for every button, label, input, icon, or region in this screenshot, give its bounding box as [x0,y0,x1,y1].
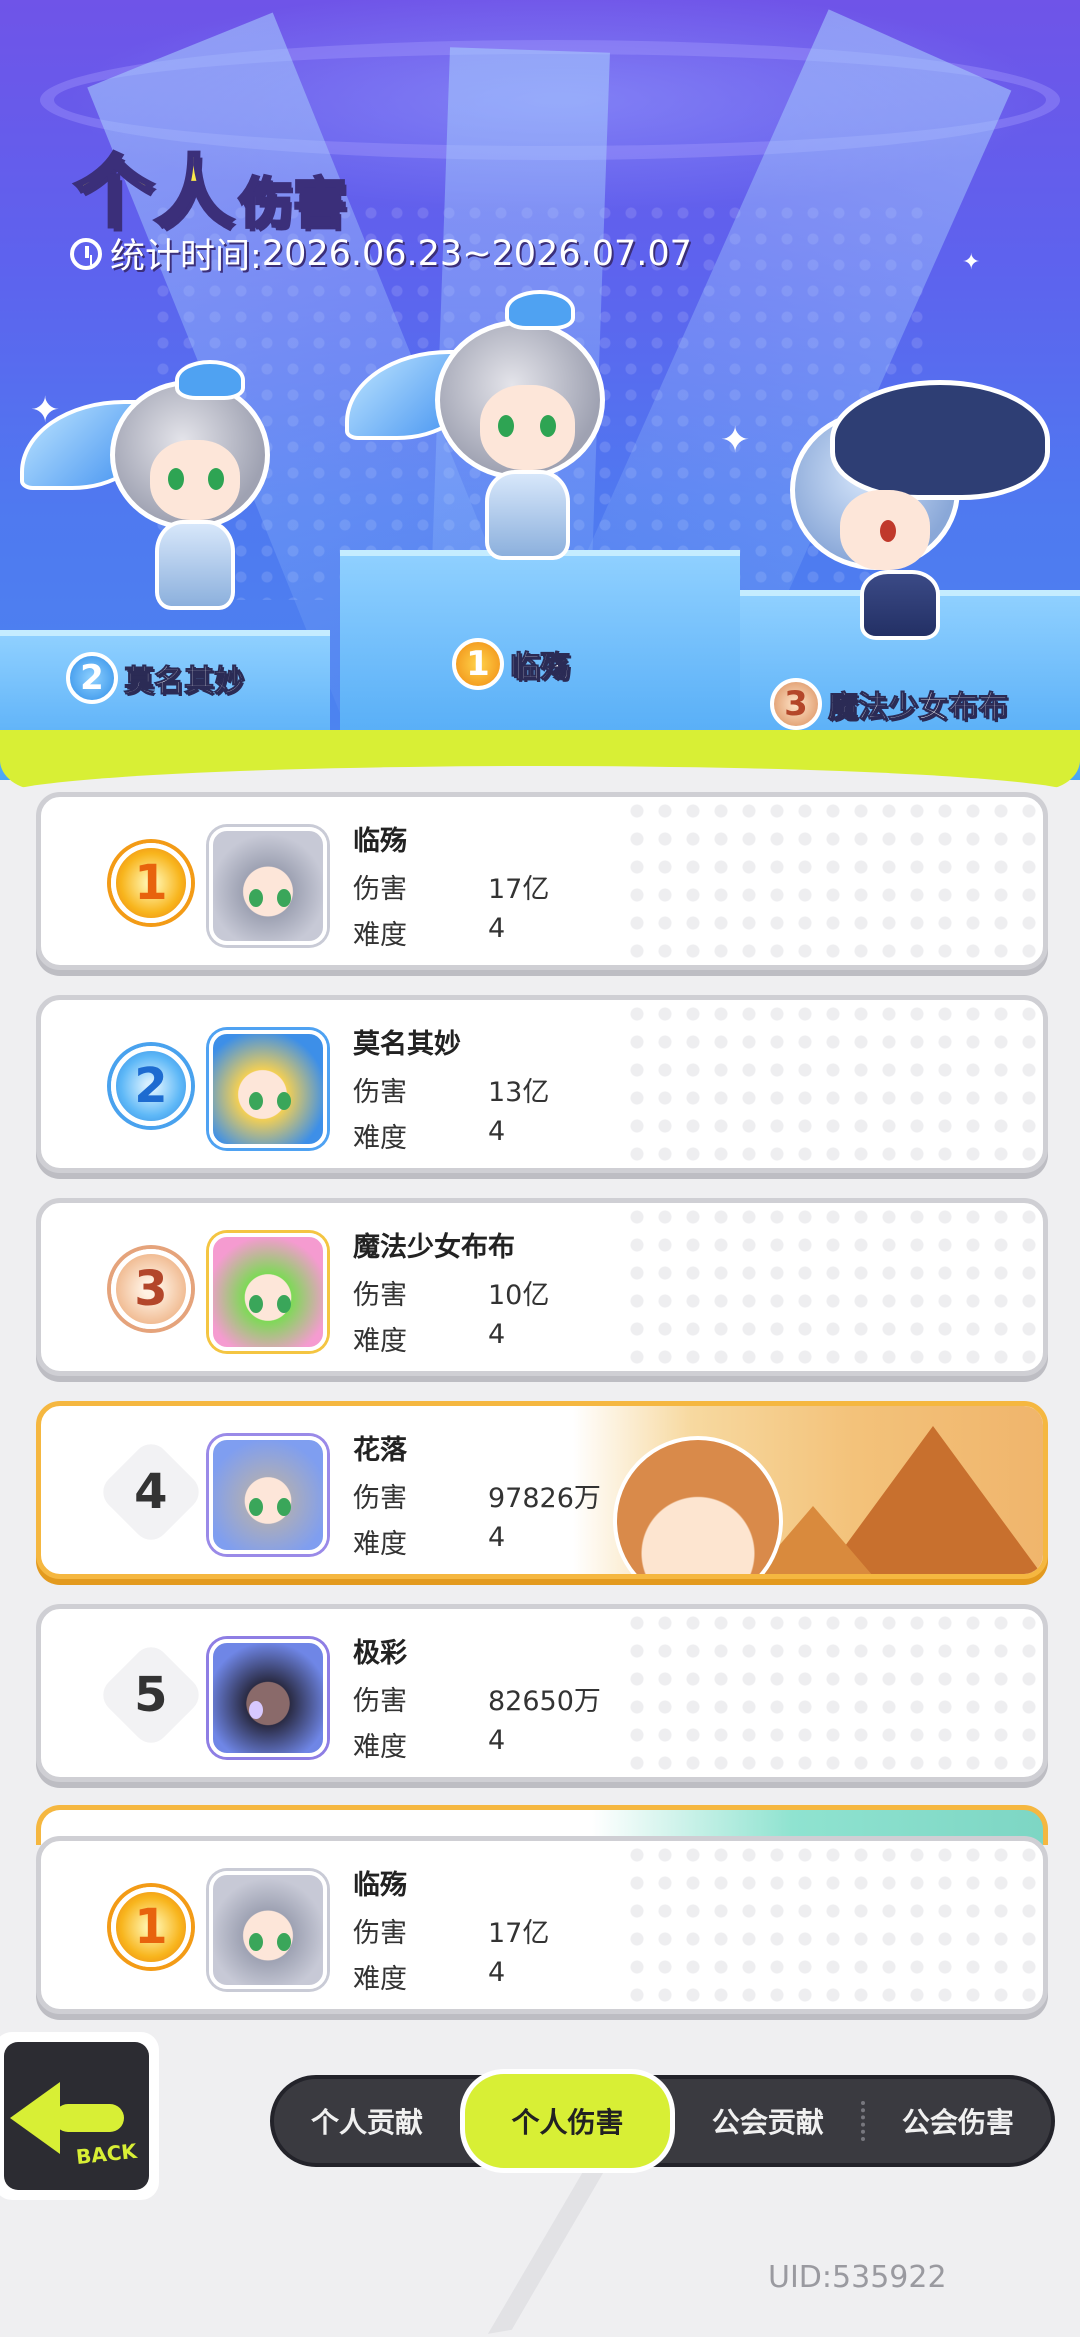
difficulty-value: 4 [488,1522,506,1553]
damage-row: 伤害 17亿 [353,867,549,906]
page-title-secondary: 伤害 [238,171,349,237]
damage-value: 17亿 [488,874,550,905]
ranking-row[interactable]: 5 极彩 伤害 82650万 难度 4 [36,1604,1048,1782]
rank-medal-gold: 1 [101,833,201,933]
difficulty-value: 4 [488,1725,506,1756]
rank-number: 4 [95,1436,207,1548]
back-label: BACK [74,2138,138,2170]
difficulty-row: 难度 4 [353,913,506,951]
avatar[interactable] [209,1436,327,1554]
avatar[interactable] [209,827,327,945]
stat-period-label: 统计时间: [110,237,262,277]
clock-icon [70,237,102,270]
difficulty-value: 4 [488,1957,506,1988]
difficulty-value: 4 [488,1319,506,1350]
damage-value: 82650万 [488,1686,601,1717]
difficulty-row: 难度 4 [353,1319,506,1357]
tab-personal-damage[interactable]: 个人伤害 [460,2069,675,2173]
slime-divider [0,730,1080,796]
rank-badge: 1 [452,638,504,690]
avatar[interactable] [209,1639,327,1757]
difficulty-row: 难度 4 [353,1116,506,1154]
podium-label-second: 2 莫名其妙 [66,652,245,704]
podium-character-second[interactable] [20,360,320,620]
rank-badge: 2 [66,652,118,704]
podium-character-first[interactable] [345,290,675,580]
avatar[interactable] [209,1871,327,1989]
damage-value: 97826万 [488,1483,601,1514]
player-name: 魔法少女布布 [353,1232,515,1263]
player-name: 临殇 [353,826,407,857]
podium-label-third: 3 魔法少女布布 [770,678,1009,730]
stat-period: 统计时间: 2026.06.23~2026.07.07 [70,228,692,279]
damage-value: 17亿 [488,1918,550,1949]
damage-value: 13亿 [488,1077,550,1108]
page-title: 个人 伤害 [73,130,349,242]
damage-value: 10亿 [488,1280,550,1311]
rank-medal-bronze: 3 [101,1239,201,1339]
arrow-left-icon [10,2082,60,2154]
damage-row: 伤害 97826万 [353,1476,601,1515]
player-name: 莫名其妙 [353,1029,461,1060]
my-rank-row[interactable]: 1 临殇 伤害 17亿 难度 4 [36,1836,1048,2014]
tab-guild-damage[interactable]: 公会伤害 [865,2079,1051,2163]
podium-player-name: 临殇 [510,650,571,686]
sparkle-icon: ✦ [720,420,751,461]
rank-medal-silver: 2 [101,1036,201,1136]
ranking-row[interactable]: 1 临殇 伤害 17亿 难度 4 [36,792,1048,970]
damage-row: 伤害 13亿 [353,1070,549,1109]
tab-bar: 个人贡献 个人伤害 公会贡献 公会伤害 [270,2069,1055,2173]
difficulty-row: 难度 4 [353,1957,506,1995]
tab-guild-contribution[interactable]: 公会贡献 [675,2079,861,2163]
podium-player-name: 莫名其妙 [124,664,245,700]
tab-personal-contribution[interactable]: 个人贡献 [274,2079,460,2163]
podium-label-first: 1 临殇 [452,638,571,690]
ranking-row[interactable]: 4 花落 伤害 97826万 难度 4 [36,1401,1048,1579]
difficulty-value: 4 [488,913,506,944]
player-name: 花落 [353,1435,407,1466]
damage-row: 伤害 17亿 [353,1911,549,1950]
page-title-primary: 个人 [73,146,236,240]
damage-row: 伤害 82650万 [353,1679,601,1718]
podium-player-name: 魔法少女布布 [828,690,1009,726]
back-button[interactable]: BACK [0,2032,159,2200]
ranking-row[interactable]: 3 魔法少女布布 伤害 10亿 难度 4 [36,1198,1048,1376]
difficulty-value: 4 [488,1116,506,1147]
card-skin-background [573,1406,1043,1574]
damage-row: 伤害 10亿 [353,1273,549,1312]
stat-period-value: 2026.06.23~2026.07.07 [261,233,692,274]
rank-badge: 3 [770,678,822,730]
avatar[interactable] [209,1233,327,1351]
player-name: 临殇 [353,1870,407,1901]
player-name: 极彩 [353,1638,407,1669]
difficulty-row: 难度 4 [353,1725,506,1763]
sparkle-icon: ✦ [962,250,981,275]
ranking-row[interactable]: 2 莫名其妙 伤害 13亿 难度 4 [36,995,1048,1173]
podium-stage: 个人 伤害 统计时间: 2026.06.23~2026.07.07 ✦ ✦ ✦ … [0,0,1080,780]
user-id: UID:535922 [768,2260,947,2295]
podium-character-third[interactable] [770,370,1070,640]
avatar[interactable] [209,1030,327,1148]
difficulty-row: 难度 4 [353,1522,506,1560]
rank-medal-gold: 1 [101,1877,201,1977]
rank-number: 5 [95,1639,207,1751]
